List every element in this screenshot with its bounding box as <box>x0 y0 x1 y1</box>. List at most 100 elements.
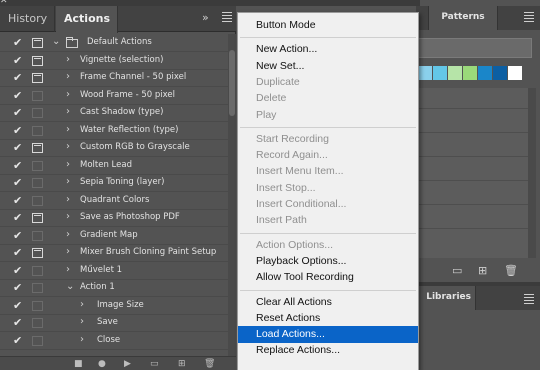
chevron-right-icon[interactable]: › <box>66 246 70 257</box>
action-row[interactable]: ✔ › Image Size <box>0 297 228 315</box>
chevron-right-icon[interactable]: › <box>66 211 70 222</box>
chevron-right-icon[interactable]: › <box>66 106 70 117</box>
toggle-item-checkbox[interactable]: ✔ <box>13 36 22 49</box>
menu-item[interactable]: New Action... <box>238 41 418 58</box>
right-panel-menu-icon-2[interactable] <box>524 294 534 306</box>
dialog-toggle-icon[interactable] <box>32 318 43 328</box>
action-row[interactable]: ✔ › Water Reflection (type) <box>0 122 228 140</box>
action-row[interactable]: ✔ ⌄ Action 1 <box>0 279 228 297</box>
chevron-right-icon[interactable]: › <box>66 89 70 100</box>
menu-item[interactable]: Action Options... <box>238 237 418 254</box>
action-row[interactable]: ✔ › Frame Channel - 50 pixel <box>0 69 228 87</box>
color-swatch[interactable] <box>433 66 447 80</box>
action-row[interactable]: ✔ › Mixer Brush Cloning Paint Setup <box>0 244 228 262</box>
toggle-item-checkbox[interactable]: ✔ <box>13 106 22 119</box>
menu-item[interactable]: Play <box>238 107 418 124</box>
chevron-right-icon[interactable]: › <box>66 54 70 65</box>
menu-item[interactable]: Replace Actions... <box>238 342 418 359</box>
action-row[interactable]: ✔ › Close <box>0 332 228 350</box>
toggle-item-checkbox[interactable]: ✔ <box>13 54 22 67</box>
action-row[interactable]: ✔ › Save as Photoshop PDF <box>0 209 228 227</box>
tab-patterns[interactable]: Patterns <box>428 6 498 30</box>
toggle-item-checkbox[interactable]: ✔ <box>13 264 22 277</box>
trash-icon[interactable]: 🗑 <box>504 264 518 277</box>
action-row[interactable]: ✔ › Cast Shadow (type) <box>0 104 228 122</box>
action-row[interactable]: ✔ › Wood Frame - 50 pixel <box>0 87 228 105</box>
chevron-down-icon[interactable]: ⌄ <box>52 36 60 47</box>
right-panel-menu-icon[interactable] <box>524 12 534 24</box>
record-icon[interactable]: ● <box>98 359 106 369</box>
chevron-right-icon[interactable]: › <box>66 71 70 82</box>
dialog-toggle-icon[interactable] <box>32 283 43 293</box>
dialog-toggle-icon[interactable] <box>32 38 43 48</box>
new-action-icon[interactable]: ⊞ <box>178 359 186 369</box>
menu-item[interactable]: Insert Menu Item... <box>238 163 418 180</box>
menu-item[interactable]: Playback Options... <box>238 253 418 270</box>
dialog-toggle-icon[interactable] <box>32 265 43 276</box>
menu-item[interactable]: Insert Conditional... <box>238 196 418 213</box>
play-icon[interactable]: ▶ <box>124 359 131 369</box>
chevron-right-icon[interactable]: › <box>80 334 84 345</box>
close-icon[interactable]: ✕ <box>0 0 8 6</box>
menu-item[interactable]: Clear All Actions <box>238 294 418 311</box>
toggle-item-checkbox[interactable]: ✔ <box>13 334 22 347</box>
menu-item[interactable]: Delete <box>238 90 418 107</box>
action-row[interactable]: ✔ › Gradient Map <box>0 227 228 245</box>
color-swatch[interactable] <box>418 66 432 80</box>
tab-actions[interactable]: Actions <box>56 6 118 33</box>
toggle-item-checkbox[interactable]: ✔ <box>13 316 22 329</box>
folder-icon[interactable]: ▭ <box>452 264 462 277</box>
menu-item[interactable]: Reset Actions <box>238 310 418 327</box>
collapse-panels-icon[interactable]: » <box>202 11 209 24</box>
action-row[interactable]: ✔ › Save <box>0 314 228 332</box>
action-row[interactable]: ✔ › Custom RGB to Grayscale <box>0 139 228 157</box>
action-row[interactable]: ✔ › Vignette (selection) <box>0 52 228 70</box>
color-swatch[interactable] <box>448 66 462 80</box>
new-set-icon[interactable]: ▭ <box>150 359 159 369</box>
menu-item[interactable]: Load Actions... <box>238 326 418 344</box>
chevron-right-icon[interactable]: › <box>66 159 70 170</box>
toggle-item-checkbox[interactable]: ✔ <box>13 71 22 84</box>
panel-menu-icon[interactable] <box>222 12 232 24</box>
dialog-toggle-icon[interactable] <box>32 335 43 346</box>
color-swatch[interactable] <box>508 66 522 80</box>
toggle-item-checkbox[interactable]: ✔ <box>13 246 22 259</box>
action-row[interactable]: ✔ › Molten Lead <box>0 157 228 175</box>
dialog-toggle-icon[interactable] <box>32 160 43 171</box>
toggle-item-checkbox[interactable]: ✔ <box>13 229 22 242</box>
menu-item[interactable]: Start Recording <box>238 131 418 148</box>
menu-item[interactable]: New Set... <box>238 58 418 75</box>
scrollbar-thumb[interactable] <box>229 50 235 116</box>
action-row[interactable]: ✔ › Művelet 1 <box>0 262 228 280</box>
toggle-item-checkbox[interactable]: ✔ <box>13 281 22 294</box>
tab-libraries[interactable]: Libraries <box>416 286 476 310</box>
toggle-item-checkbox[interactable]: ✔ <box>13 89 22 102</box>
chevron-down-icon[interactable]: ⌄ <box>66 281 74 292</box>
color-swatch[interactable] <box>493 66 507 80</box>
dialog-toggle-icon[interactable] <box>32 195 43 206</box>
dialog-toggle-icon[interactable] <box>32 108 43 118</box>
action-row[interactable]: ✔ › Quadrant Colors <box>0 192 228 210</box>
menu-item[interactable]: Record Again... <box>238 147 418 164</box>
dialog-toggle-icon[interactable] <box>32 230 43 241</box>
dialog-toggle-icon[interactable] <box>32 73 43 83</box>
dialog-toggle-icon[interactable] <box>32 178 43 188</box>
chevron-right-icon[interactable]: › <box>66 141 70 152</box>
toggle-item-checkbox[interactable]: ✔ <box>13 299 22 312</box>
chevron-right-icon[interactable]: › <box>80 299 84 310</box>
menu-item[interactable]: Insert Stop... <box>238 180 418 197</box>
action-row[interactable]: ✔ ⌄ Default Actions <box>0 34 228 52</box>
toggle-item-checkbox[interactable]: ✔ <box>13 124 22 137</box>
toggle-item-checkbox[interactable]: ✔ <box>13 211 22 224</box>
dialog-toggle-icon[interactable] <box>32 143 43 153</box>
dialog-toggle-icon[interactable] <box>32 248 43 258</box>
menu-item[interactable]: Insert Path <box>238 212 418 229</box>
toggle-item-checkbox[interactable]: ✔ <box>13 141 22 154</box>
action-row[interactable]: ✔ › Sepia Toning (layer) <box>0 174 228 192</box>
chevron-right-icon[interactable]: › <box>66 264 70 275</box>
new-item-icon[interactable]: ⊞ <box>478 264 487 277</box>
actions-scrollbar[interactable] <box>228 34 236 356</box>
menu-item[interactable]: Button Mode <box>238 17 418 34</box>
color-swatch[interactable] <box>478 66 492 80</box>
chevron-right-icon[interactable]: › <box>66 194 70 205</box>
